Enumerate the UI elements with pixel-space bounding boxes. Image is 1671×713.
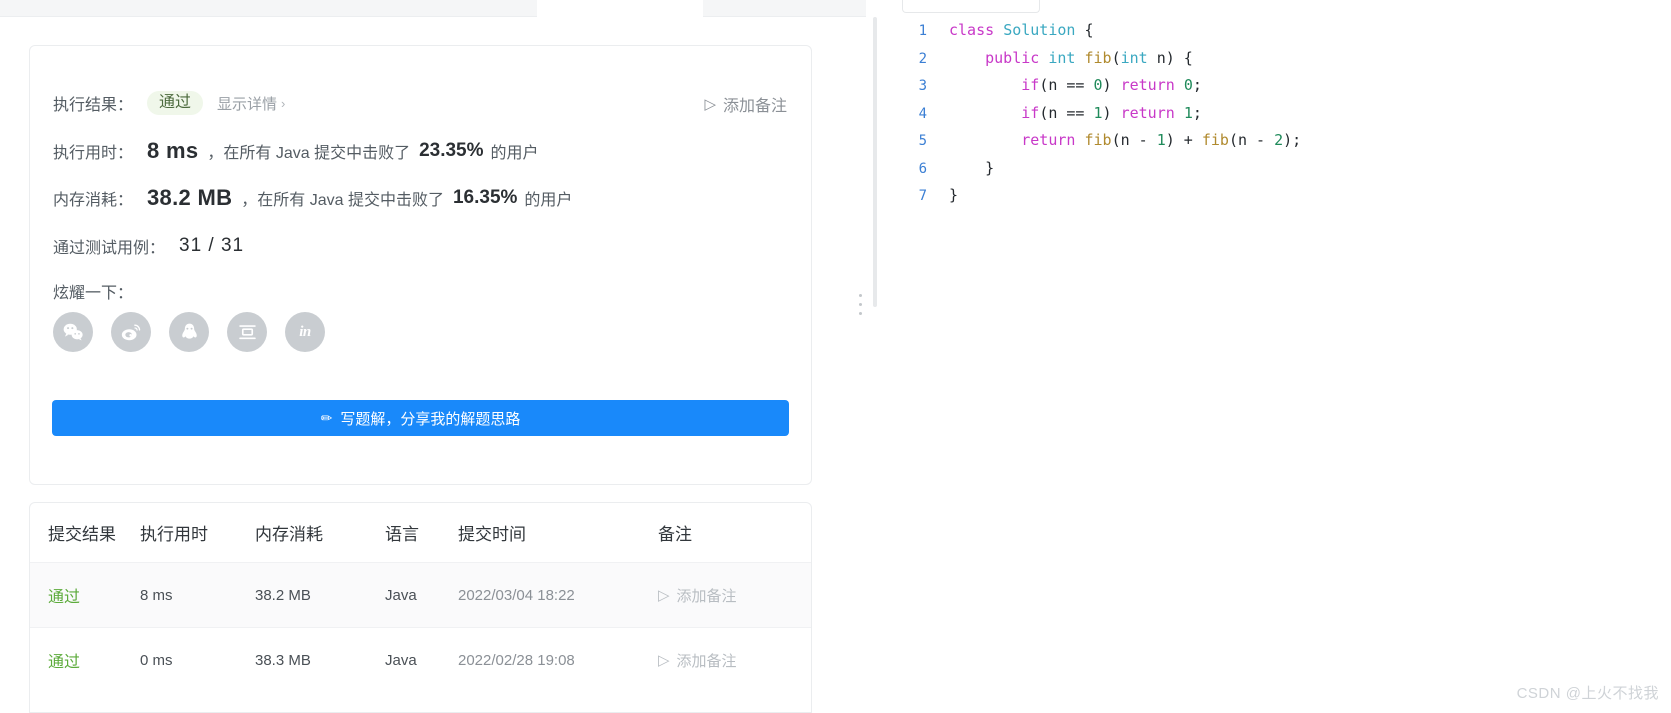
header-memory: 内存消耗 bbox=[255, 525, 323, 544]
linkedin-label: in bbox=[299, 323, 311, 340]
table-row[interactable]: 通过 8 ms 38.2 MB Java 2022/03/04 18:22 ▷ … bbox=[30, 562, 811, 628]
line-number: 6 bbox=[918, 160, 927, 177]
row-add-note-button[interactable]: ▷ 添加备注 bbox=[658, 585, 811, 606]
runtime-row: 执行用时： 8 ms ，在所有 Java 提交中击败了 23.35% 的用户 bbox=[53, 138, 539, 164]
row-status[interactable]: 通过 bbox=[48, 589, 80, 606]
submissions-table-card: 提交结果 执行用时 内存消耗 语言 提交时间 备注 通过 8 ms 38.2 M… bbox=[29, 502, 812, 713]
row-language: Java bbox=[385, 586, 417, 604]
linkedin-share-icon[interactable]: in bbox=[285, 312, 325, 352]
submission-result-page: 执行结果： 通过 显示详情 › ▷ 添加备注 执行用时： 8 ms ，在所有 J… bbox=[0, 0, 1671, 713]
qq-share-icon[interactable] bbox=[169, 312, 209, 352]
douban-share-icon[interactable] bbox=[227, 312, 267, 352]
share-label-row: 炫耀一下： bbox=[53, 279, 133, 303]
weibo-share-icon[interactable] bbox=[111, 312, 151, 352]
share-label: 炫耀一下： bbox=[53, 285, 134, 302]
code-line: 6 } bbox=[893, 155, 1301, 183]
memory-suffix: 的用户 bbox=[524, 192, 573, 209]
code-scrollbar[interactable] bbox=[869, 17, 883, 713]
row-runtime: 8 ms bbox=[140, 586, 173, 604]
row-runtime: 0 ms bbox=[140, 651, 173, 669]
row-status[interactable]: 通过 bbox=[48, 654, 80, 671]
code-line: 2 public int fib(int n) { bbox=[893, 45, 1301, 73]
status-badge: 通过 bbox=[147, 91, 204, 115]
result-label: 执行结果： bbox=[53, 97, 134, 114]
testcases-label: 通过测试用例： bbox=[53, 240, 166, 257]
header-language: 语言 bbox=[385, 525, 419, 544]
header-status: 提交结果 bbox=[48, 525, 116, 544]
table-row[interactable]: 通过 0 ms 38.3 MB Java 2022/02/28 19:08 ▷ … bbox=[30, 627, 811, 693]
flag-icon: ▷ bbox=[658, 587, 670, 604]
runtime-beat-text: ，在所有 Java 提交中击败了 bbox=[207, 145, 411, 162]
row-time: 2022/03/04 18:22 bbox=[458, 586, 575, 604]
tab-strip-segment-left bbox=[0, 0, 537, 17]
line-number: 1 bbox=[918, 23, 927, 39]
memory-value: 38.2 MB bbox=[147, 185, 233, 210]
line-number: 5 bbox=[918, 133, 927, 149]
line-number: 3 bbox=[918, 78, 927, 94]
testcases-row: 通过测试用例： 31 / 31 bbox=[53, 234, 244, 258]
share-icon-row: in bbox=[53, 312, 325, 352]
result-row: 执行结果： 通过 显示详情 › bbox=[53, 91, 285, 115]
add-note-button[interactable]: ▷ 添加备注 bbox=[704, 92, 787, 116]
memory-beat-text: ，在所有 Java 提交中击败了 bbox=[241, 192, 444, 209]
add-note-label: 添加备注 bbox=[722, 98, 787, 115]
tab-strip-segment-mid bbox=[703, 0, 866, 17]
header-runtime: 执行用时 bbox=[140, 525, 208, 544]
table-header-row: 提交结果 执行用时 内存消耗 语言 提交时间 备注 bbox=[30, 503, 811, 563]
code-line: 5 return fib(n - 1) + fib(n - 2); bbox=[893, 127, 1302, 155]
code-editor-pane: 1 class Solution {2 public int fib(int n)… bbox=[869, 17, 1671, 713]
code-line: 3 if(n == 0) return 0; bbox=[893, 72, 1301, 100]
row-time: 2022/02/28 19:08 bbox=[458, 651, 575, 669]
row-language: Java bbox=[385, 651, 417, 669]
header-note: 备注 bbox=[658, 525, 692, 544]
chevron-right-icon[interactable]: › bbox=[281, 96, 285, 111]
code-line: 7} bbox=[893, 182, 1301, 210]
runtime-label: 执行用时： bbox=[53, 145, 134, 162]
code-block[interactable]: 1 class Solution {2 public int fib(int n)… bbox=[893, 17, 1302, 210]
line-number: 4 bbox=[918, 105, 927, 122]
header-time: 提交时间 bbox=[458, 525, 526, 544]
line-number: 7 bbox=[918, 188, 927, 204]
drag-handle-icon[interactable] bbox=[859, 294, 862, 315]
row-memory: 38.2 MB bbox=[255, 586, 311, 604]
runtime-suffix: 的用户 bbox=[490, 145, 539, 162]
pane-divider[interactable] bbox=[852, 17, 869, 713]
testcases-value: 31 / 31 bbox=[179, 235, 245, 256]
line-number: 2 bbox=[918, 50, 927, 67]
code-line: 4 if(n == 1) return 1; bbox=[893, 100, 1301, 128]
runtime-value: 8 ms bbox=[147, 138, 199, 163]
memory-percent: 16.35% bbox=[452, 187, 518, 208]
code-scrollbar-thumb[interactable] bbox=[873, 17, 877, 307]
write-solution-button[interactable]: ✏ 写题解，分享我的解题思路 bbox=[52, 400, 789, 436]
wechat-share-icon[interactable] bbox=[53, 312, 93, 352]
show-detail-link[interactable]: 显示详情 bbox=[217, 93, 277, 114]
top-tab-strip bbox=[0, 0, 1671, 17]
flag-icon: ▷ bbox=[658, 652, 670, 669]
code-line: 1 class Solution { bbox=[893, 17, 1301, 45]
watermark: CSDN @上火不找我 bbox=[1516, 685, 1659, 702]
flag-icon: ▷ bbox=[704, 96, 716, 113]
row-note-label: 添加备注 bbox=[676, 652, 737, 670]
row-add-note-button[interactable]: ▷ 添加备注 bbox=[658, 650, 811, 671]
memory-row: 内存消耗： 38.2 MB ，在所有 Java 提交中击败了 16.35% 的用… bbox=[53, 185, 572, 211]
runtime-percent: 23.35% bbox=[419, 140, 484, 161]
left-pane: 执行结果： 通过 显示详情 › ▷ 添加备注 执行用时： 8 ms ，在所有 J… bbox=[0, 17, 852, 713]
write-solution-label: 写题解，分享我的解题思路 bbox=[340, 410, 521, 428]
row-memory: 38.3 MB bbox=[255, 651, 311, 669]
pencil-icon: ✏ bbox=[320, 409, 333, 426]
memory-label: 内存消耗： bbox=[53, 192, 134, 209]
submissions-table: 提交结果 执行用时 内存消耗 语言 提交时间 备注 通过 8 ms 38.2 M… bbox=[30, 503, 811, 692]
row-note-label: 添加备注 bbox=[676, 587, 737, 605]
execution-result-card: 执行结果： 通过 显示详情 › ▷ 添加备注 执行用时： 8 ms ，在所有 J… bbox=[29, 45, 812, 485]
editor-tab[interactable] bbox=[902, 0, 1040, 13]
